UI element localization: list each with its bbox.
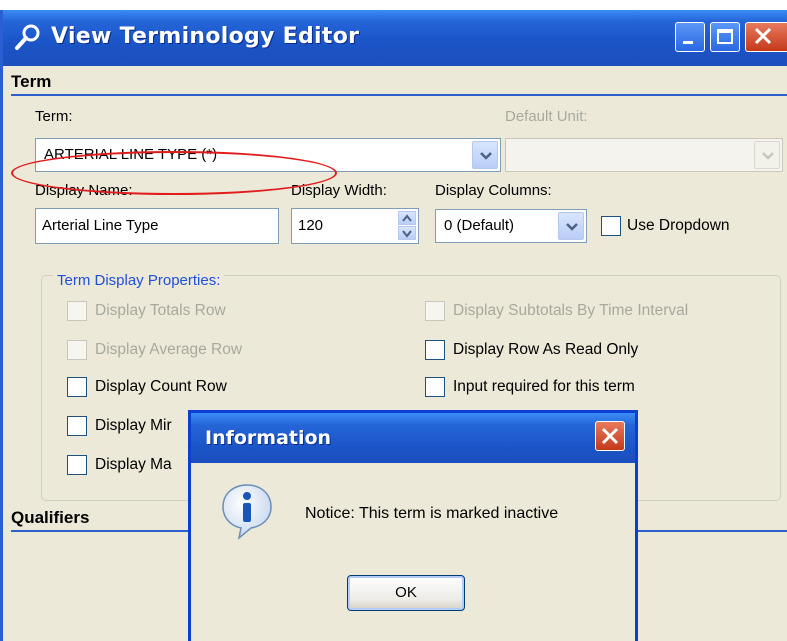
display-columns-value: 0 (Default) — [444, 217, 515, 234]
input-required-label: Input required for this term — [453, 378, 635, 395]
input-required-checkbox[interactable] — [425, 377, 445, 397]
window-title: View Terminology Editor — [51, 24, 360, 49]
display-average-row-checkbox[interactable] — [67, 340, 87, 360]
close-icon — [754, 27, 772, 45]
spin-up-button[interactable] — [398, 211, 416, 225]
dialog-message: Notice: This term is marked inactive — [305, 505, 559, 522]
maximize-button[interactable] — [710, 22, 740, 52]
display-width-stepper[interactable]: 120 — [291, 208, 419, 244]
default-unit-label: Default Unit: — [505, 108, 588, 125]
term-display-properties-title: Term Display Properties: — [53, 272, 225, 289]
chevron-down-icon — [402, 230, 412, 238]
chevron-up-icon — [402, 214, 412, 222]
minimize-icon — [683, 41, 693, 44]
display-totals-row-checkbox[interactable] — [67, 301, 87, 321]
display-width-spinner[interactable] — [398, 211, 416, 241]
display-subtotals-checkbox[interactable] — [425, 301, 445, 321]
display-columns-label: Display Columns: — [435, 182, 552, 199]
display-max-row-checkbox[interactable] — [67, 455, 87, 475]
close-icon — [601, 427, 619, 445]
display-width-label: Display Width: — [291, 182, 387, 199]
display-name-field[interactable]: Arterial Line Type — [35, 208, 279, 244]
term-value: ARTERIAL LINE TYPE (*) — [44, 146, 218, 163]
information-dialog: Information Notice: This term is marked … — [188, 410, 638, 641]
close-button[interactable] — [745, 22, 787, 52]
chevron-down-icon — [566, 223, 578, 231]
display-totals-row-label: Display Totals Row — [95, 302, 226, 319]
term-combobox[interactable]: ARTERIAL LINE TYPE (*) — [35, 138, 501, 172]
term-dropdown-button[interactable] — [472, 141, 498, 169]
information-icon — [222, 484, 272, 540]
display-average-row-label: Display Average Row — [95, 341, 243, 358]
default-unit-dropdown-button[interactable] — [754, 141, 780, 169]
display-read-only-label: Display Row As Read Only — [453, 341, 639, 358]
chevron-down-icon — [762, 152, 774, 160]
chevron-down-icon — [480, 152, 492, 160]
dialog-title-bar[interactable]: Information — [191, 413, 635, 463]
spin-down-button[interactable] — [398, 226, 416, 240]
display-name-value: Arterial Line Type — [42, 217, 159, 234]
ok-button[interactable]: OK — [347, 575, 465, 611]
term-section-heading: Term — [11, 72, 52, 91]
title-bar[interactable]: View Terminology Editor — [3, 10, 787, 66]
display-columns-dropdown-button[interactable] — [558, 212, 584, 240]
default-unit-combobox[interactable] — [505, 138, 783, 172]
minimize-button[interactable] — [675, 22, 705, 52]
display-subtotals-label: Display Subtotals By Time Interval — [453, 302, 689, 319]
display-min-row-checkbox[interactable] — [67, 416, 87, 436]
magnifier-icon — [15, 24, 40, 50]
display-read-only-checkbox[interactable] — [425, 340, 445, 360]
display-width-value: 120 — [298, 217, 324, 234]
term-section-divider — [11, 94, 787, 96]
maximize-icon — [717, 29, 733, 44]
term-label: Term: — [35, 108, 73, 125]
display-count-row-checkbox[interactable] — [67, 377, 87, 397]
dialog-title: Information — [205, 427, 332, 449]
display-max-row-label: Display Ma — [95, 456, 172, 473]
display-name-label: Display Name: — [35, 182, 133, 199]
display-min-row-label: Display Mir — [95, 417, 172, 434]
use-dropdown-label: Use Dropdown — [627, 217, 730, 234]
qualifiers-section-heading: Qualifiers — [11, 508, 90, 527]
dialog-close-button[interactable] — [595, 421, 625, 451]
display-count-row-label: Display Count Row — [95, 378, 227, 395]
display-columns-select[interactable]: 0 (Default) — [435, 209, 587, 243]
use-dropdown-checkbox[interactable] — [601, 216, 621, 236]
